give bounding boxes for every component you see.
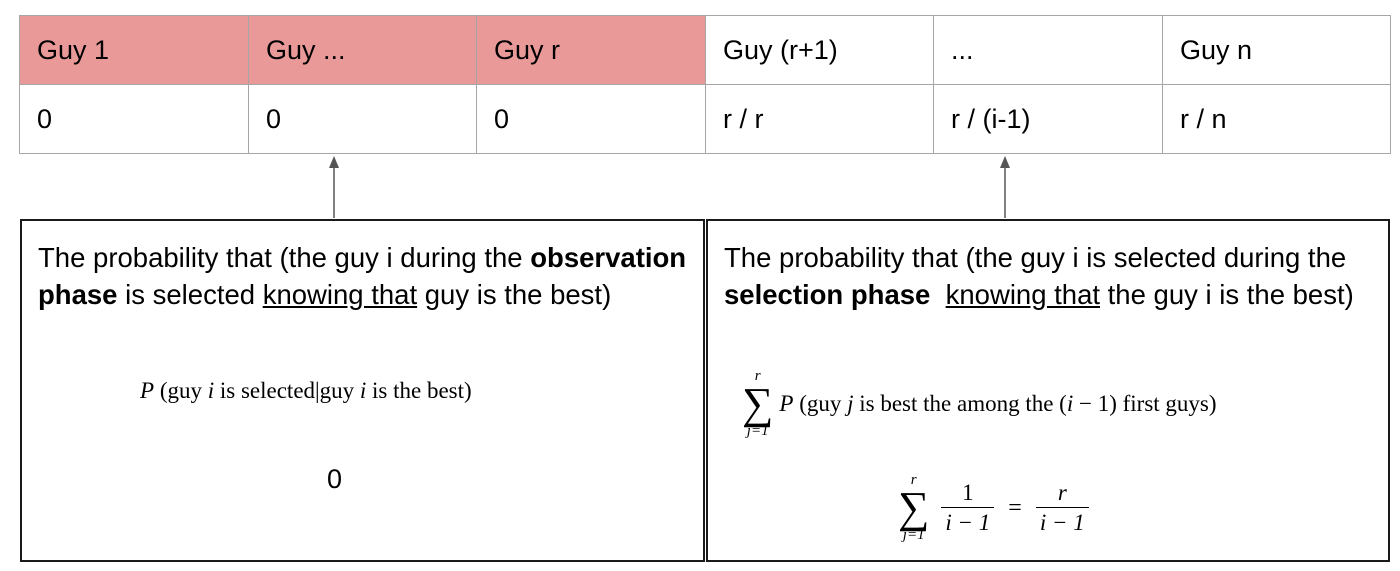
selection-formula-result: r ∑ j=1 1 i − 1 = r i − 1	[898, 473, 1095, 543]
header-cell-guy-r-plus-1: Guy (r+1)	[705, 15, 934, 85]
value-cell-3: 0	[476, 84, 706, 154]
value-cell-5: r / (i-1)	[933, 84, 1163, 154]
header-cell-ellipsis: ...	[933, 15, 1163, 85]
fraction-numerator: 1	[962, 479, 974, 505]
value-cell-4: r / r	[705, 84, 934, 154]
desc-underline: knowing that	[262, 279, 418, 310]
right-arrow	[1000, 156, 1010, 218]
fraction-two: r i − 1	[1035, 479, 1089, 538]
fraction-one: 1 i − 1	[941, 479, 995, 538]
desc-text: the guy i is the best)	[1100, 279, 1354, 310]
selection-formula-sum: r ∑ j=1 P (guy j is best the among the (…	[742, 369, 1217, 439]
sum-expression: P (guy j is best the among the (i − 1) f…	[779, 391, 1217, 416]
sigma-symbol: r ∑ j=1	[742, 369, 773, 439]
fraction-denominator: i − 1	[941, 506, 995, 538]
guy-table: Guy 1 Guy ... Guy r Guy (r+1) ... Guy n …	[19, 15, 1391, 154]
observation-formula: P (guy i is selected|guy i is the best)	[140, 378, 472, 403]
value-cell-2: 0	[248, 84, 477, 154]
desc-text: guy is the best)	[417, 279, 612, 310]
desc-text: The probability that (the guy i is selec…	[724, 242, 1347, 273]
desc-text: The probability that (the guy i during t…	[38, 242, 531, 273]
numerator-text: r	[1057, 479, 1067, 505]
observation-description: The probability that (the guy i during t…	[38, 239, 693, 313]
fraction-numerator: r	[1054, 479, 1071, 507]
sigma-glyph: ∑	[742, 379, 774, 428]
sigma-symbol: r ∑ j=1	[898, 473, 929, 543]
selection-phase-box: The probability that (the guy i is selec…	[706, 219, 1390, 562]
header-cell-guy-ellipsis: Guy ...	[248, 15, 477, 85]
header-cell-guy-1: Guy 1	[19, 15, 249, 85]
header-row: Guy 1 Guy ... Guy r Guy (r+1) ... Guy n	[19, 15, 1391, 85]
desc-underline: knowing that	[945, 279, 1101, 310]
desc-bold: selection phase	[724, 279, 931, 310]
value-cell-1: 0	[19, 84, 249, 154]
desc-text: is selected	[117, 279, 263, 310]
observation-result: 0	[327, 464, 343, 494]
sum-lower-limit: j=1	[902, 527, 925, 543]
left-arrow	[329, 156, 339, 218]
equals-sign: =	[1008, 494, 1022, 521]
sigma-glyph: ∑	[898, 483, 930, 532]
observation-phase-box: The probability that (the guy i during t…	[20, 219, 705, 562]
header-cell-guy-n: Guy n	[1162, 15, 1391, 85]
fraction-denominator: i − 1	[1035, 506, 1089, 538]
desc-text	[930, 279, 945, 310]
value-row: 0 0 0 r / r r / (i-1) r / n	[19, 84, 1391, 154]
selection-description: The probability that (the guy i is selec…	[724, 239, 1378, 313]
value-cell-6: r / n	[1162, 84, 1391, 154]
header-cell-guy-r: Guy r	[476, 15, 706, 85]
sum-lower-limit: j=1	[746, 423, 769, 439]
